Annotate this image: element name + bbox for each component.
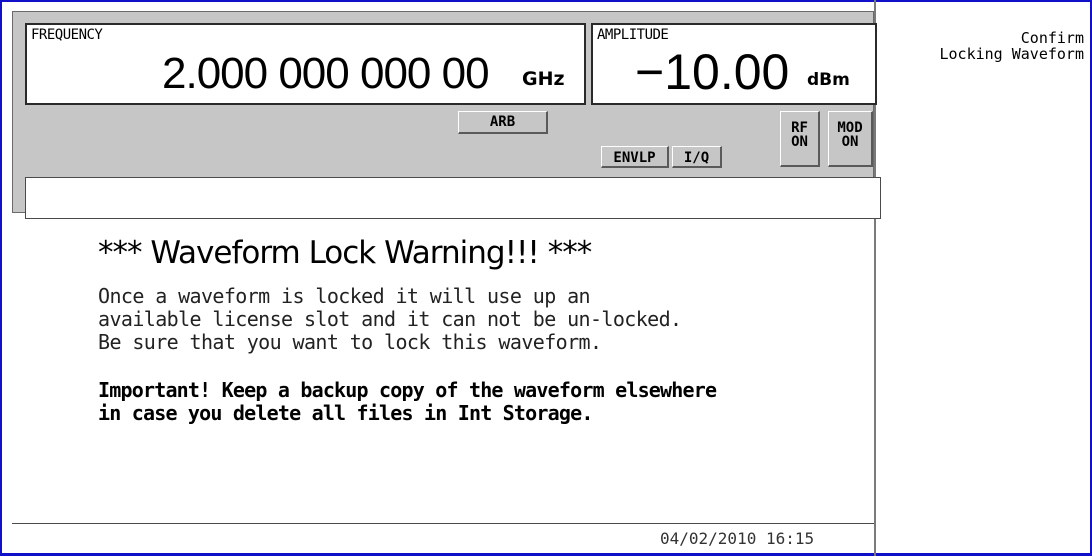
envlp-annunciator: ENVLP: [601, 146, 669, 168]
warning-title: *** Waveform Lock Warning!!! ***: [98, 235, 592, 271]
status-area: FREQUENCY 2.000 000 000 00 GHz AMPLITUDE…: [12, 11, 881, 219]
mod-state: ON: [841, 134, 859, 150]
mod-on-annunciator: MOD ON: [828, 111, 873, 167]
status-divider: [12, 523, 874, 524]
softkey-label-line1: Confirm: [1020, 29, 1084, 47]
important-line: Important! Keep a backup copy of the wav…: [98, 378, 717, 402]
frequency-area[interactable]: FREQUENCY 2.000 000 000 00 GHz: [25, 23, 586, 105]
arb-annunciator: ARB: [458, 111, 548, 134]
important-note: Important! Keep a backup copy of the wav…: [98, 378, 717, 425]
frequency-value: 2.000 000 000 00: [162, 49, 490, 98]
frequency-label: FREQUENCY: [31, 27, 103, 43]
softkey-label-line2: Locking Waveform: [939, 45, 1085, 63]
amplitude-value: −10.00: [635, 44, 790, 100]
warning-dialog: *** Waveform Lock Warning!!! *** Once a …: [12, 213, 874, 523]
warning-body: Once a waveform is locked it will use up…: [98, 285, 682, 354]
frequency-unit: GHz: [522, 68, 565, 90]
date-time: 04/02/2010 16:15: [660, 529, 815, 548]
important-line: in case you delete all files in Int Stor…: [98, 401, 593, 425]
warning-line: available license slot and it can not be…: [98, 307, 682, 331]
warning-line: Once a waveform is locked it will use up…: [98, 284, 591, 308]
amplitude-unit: dBm: [807, 70, 850, 90]
iq-annunciator: I/Q: [672, 146, 722, 168]
amplitude-label: AMPLITUDE: [597, 27, 669, 43]
warning-line: Be sure that you want to lock this wavef…: [98, 330, 602, 354]
rf-state: ON: [791, 134, 808, 150]
rf-on-annunciator: RF ON: [780, 111, 820, 167]
softkey-confirm-locking-waveform[interactable]: Confirm Locking Waveform: [884, 29, 1085, 63]
amplitude-area[interactable]: AMPLITUDE −10.00 dBm: [591, 23, 877, 105]
